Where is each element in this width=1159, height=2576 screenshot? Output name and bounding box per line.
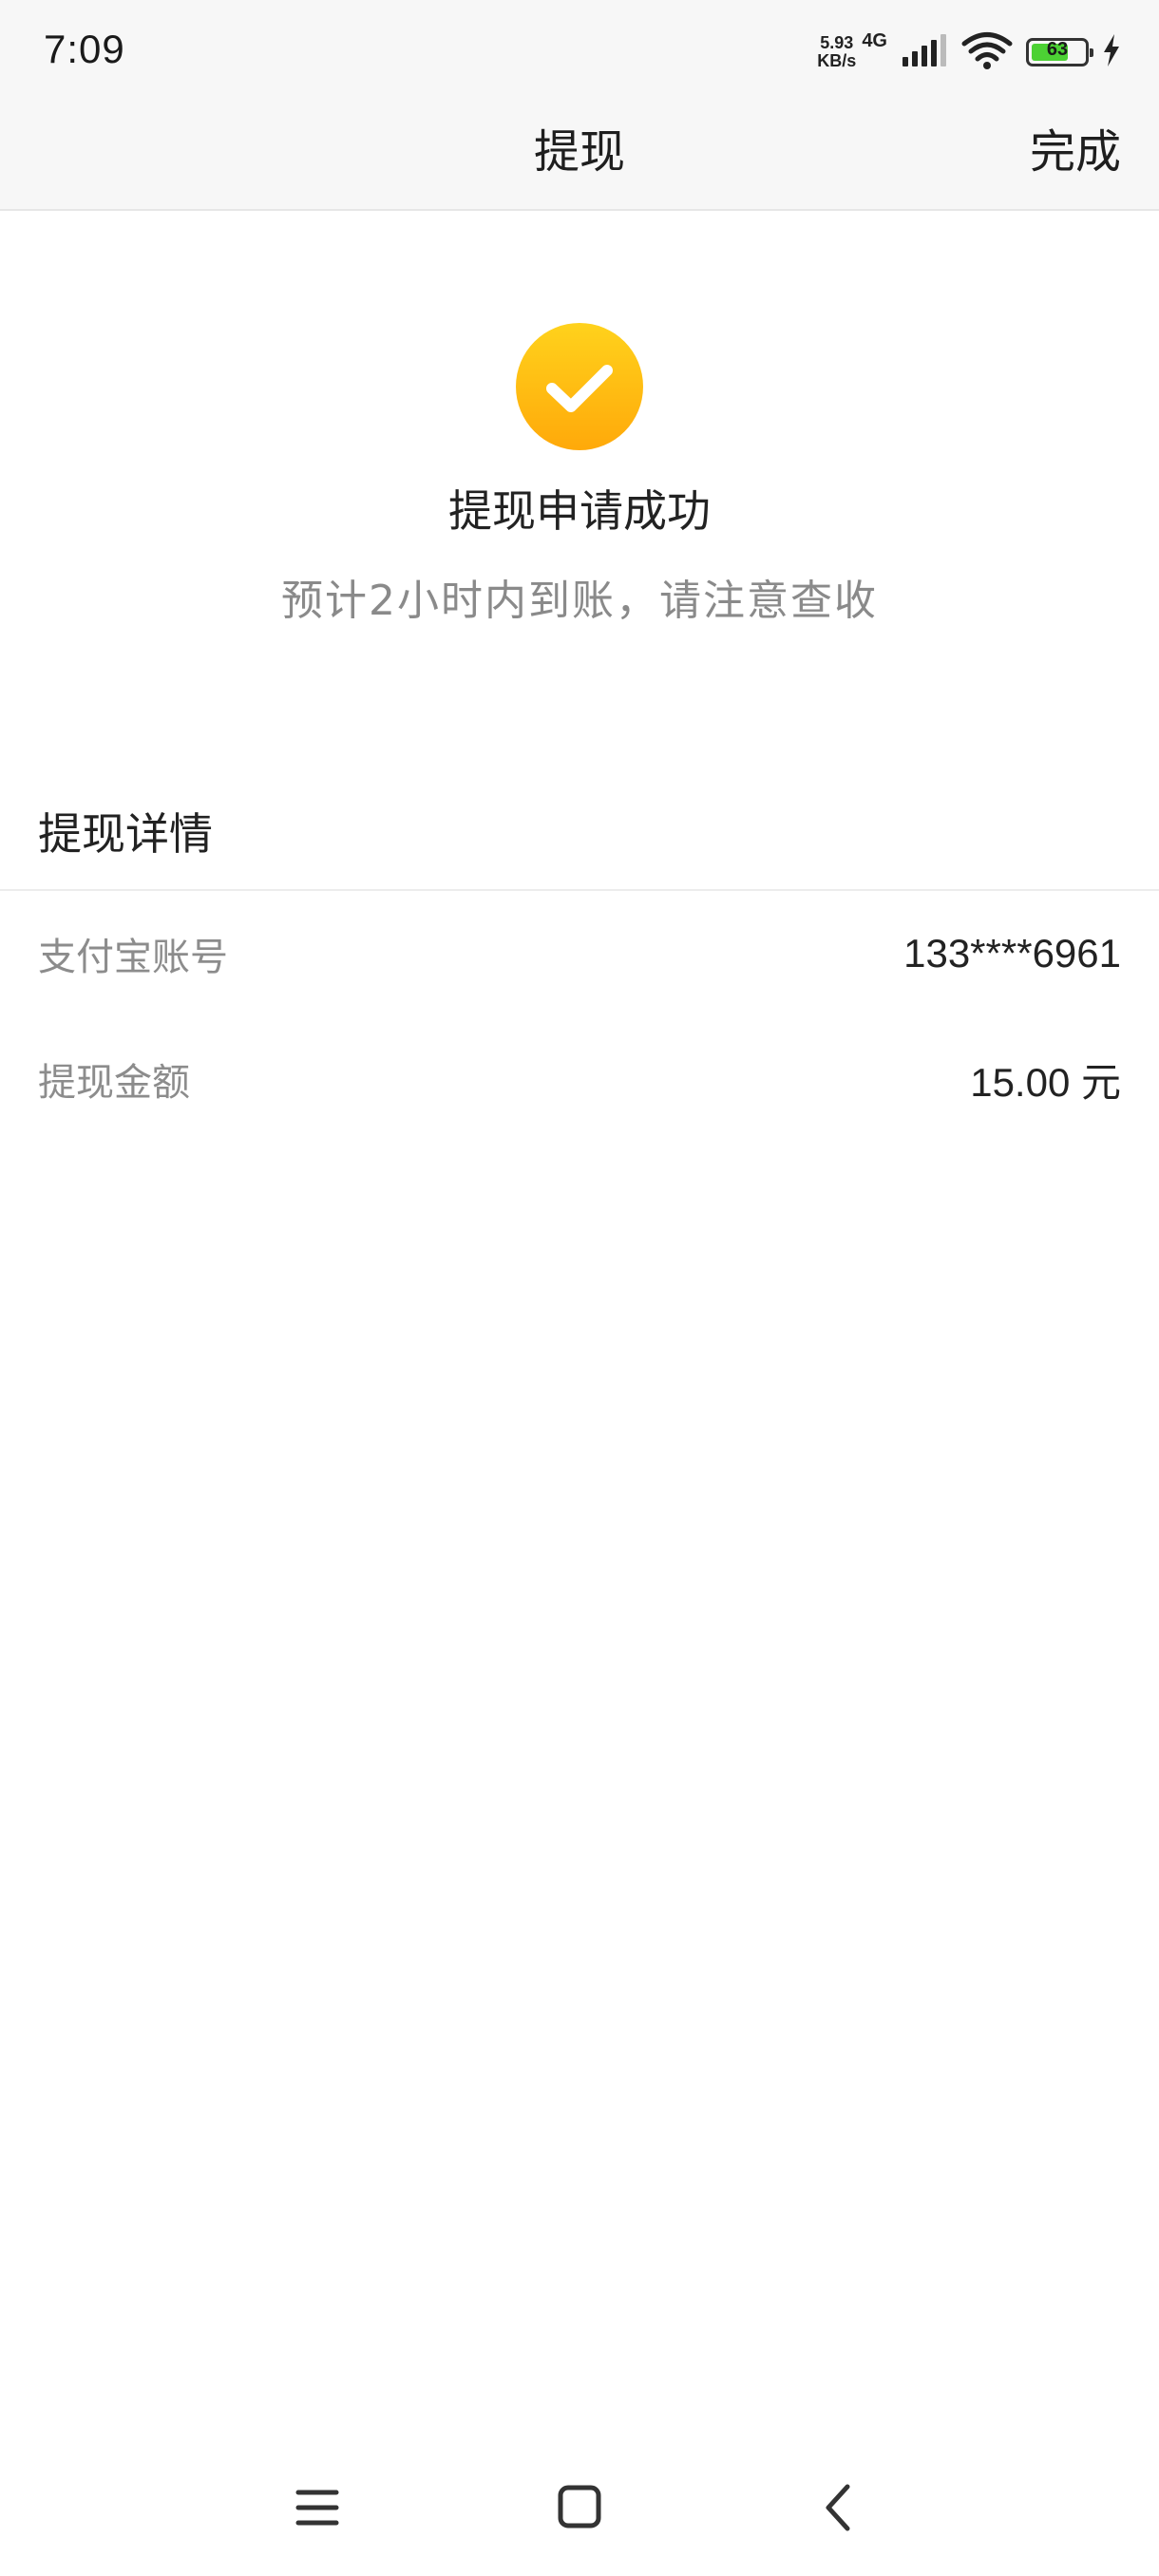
top-bar: 7:09 5.93 KB/s 4G 63 提现 完成 (0, 0, 1159, 211)
detail-row-amount: 提现金额 15.00 元 (38, 1051, 1121, 1108)
network-type: 4G (862, 30, 887, 51)
charging-icon (1102, 34, 1121, 70)
status-icons: 5.93 KB/s 4G 63 (817, 28, 1121, 76)
check-circle-icon (516, 323, 643, 450)
menu-icon[interactable] (270, 2460, 365, 2555)
success-title: 提现申请成功 (448, 485, 711, 537)
battery-icon: 63 (1026, 38, 1093, 66)
success-subtitle: 预计2小时内到账，请注意查收 (281, 577, 878, 625)
detail-label: 支付宝账号 (38, 936, 228, 979)
home-icon[interactable] (532, 2460, 627, 2555)
network-speed-value: 5.93 (820, 33, 854, 52)
status-bar: 7:09 5.93 KB/s 4G 63 (0, 0, 1159, 104)
details-header: 提现详情 (38, 808, 213, 860)
detail-label: 提现金额 (38, 1061, 190, 1105)
page-title: 提现 (533, 125, 625, 179)
done-button[interactable]: 完成 (1030, 114, 1121, 180)
signal-icon (901, 34, 948, 70)
detail-value: 133****6961 (903, 931, 1121, 975)
detail-value: 15.00 元 (970, 1059, 1121, 1105)
network-speed: 5.93 KB/s (817, 34, 856, 70)
status-time: 7:09 (44, 27, 125, 71)
back-icon[interactable] (792, 2460, 887, 2555)
divider (0, 889, 1159, 891)
network-speed-unit: KB/s (817, 51, 857, 70)
system-navigation-bar (0, 2460, 1159, 2555)
battery-level: 63 (1046, 39, 1069, 60)
detail-row-alipay-account: 支付宝账号 133****6961 (38, 925, 1121, 982)
wifi-icon (961, 31, 1013, 73)
